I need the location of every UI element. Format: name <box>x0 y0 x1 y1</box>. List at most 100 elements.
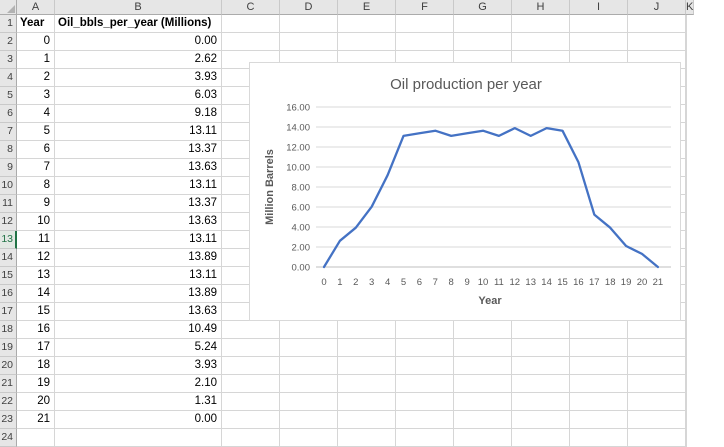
cell-B22[interactable]: 1.31 <box>55 393 222 411</box>
cell-K2[interactable] <box>686 33 687 51</box>
cell-B11[interactable]: 13.37 <box>55 195 222 213</box>
cell-A23[interactable]: 21 <box>17 411 55 429</box>
cell-K3[interactable] <box>686 51 687 69</box>
cell-K17[interactable] <box>686 303 687 321</box>
oil-production-chart[interactable]: 0.00 2.00 4.00 6.00 8.00 10.00 12.00 14.00 16.00… <box>249 62 681 321</box>
row-header-13[interactable]: 13 <box>0 231 17 249</box>
column-header-B[interactable]: B <box>55 0 222 15</box>
cell-A18[interactable]: 16 <box>17 321 55 339</box>
row-header-9[interactable]: 9 <box>0 159 17 177</box>
cell-F18[interactable] <box>396 321 454 339</box>
cell-I21[interactable] <box>570 375 628 393</box>
column-header-A[interactable]: A <box>17 0 55 15</box>
cell-A6[interactable]: 4 <box>17 105 55 123</box>
cell-E22[interactable] <box>338 393 396 411</box>
row-header-14[interactable]: 14 <box>0 249 17 267</box>
cell-I24[interactable] <box>570 429 628 447</box>
cell-C20[interactable] <box>222 357 280 375</box>
cell-A11[interactable]: 9 <box>17 195 55 213</box>
cell-G19[interactable] <box>454 339 512 357</box>
cell-F23[interactable] <box>396 411 454 429</box>
cell-C18[interactable] <box>222 321 280 339</box>
cell-A17[interactable]: 15 <box>17 303 55 321</box>
cell-A2[interactable]: 0 <box>17 33 55 51</box>
cell-C24[interactable] <box>222 429 280 447</box>
cell-K24[interactable] <box>686 429 687 447</box>
cell-K10[interactable] <box>686 177 687 195</box>
row-header-22[interactable]: 22 <box>0 393 17 411</box>
cell-I22[interactable] <box>570 393 628 411</box>
cell-F24[interactable] <box>396 429 454 447</box>
cell-K16[interactable] <box>686 285 687 303</box>
cell-A9[interactable]: 7 <box>17 159 55 177</box>
cell-K21[interactable] <box>686 375 687 393</box>
column-header-H[interactable]: H <box>512 0 570 15</box>
cell-D18[interactable] <box>280 321 338 339</box>
cell-E19[interactable] <box>338 339 396 357</box>
cell-D23[interactable] <box>280 411 338 429</box>
cell-E20[interactable] <box>338 357 396 375</box>
cell-K9[interactable] <box>686 159 687 177</box>
cell-A4[interactable]: 2 <box>17 69 55 87</box>
row-header-20[interactable]: 20 <box>0 357 17 375</box>
cell-E2[interactable] <box>338 33 396 51</box>
cell-K8[interactable] <box>686 141 687 159</box>
cell-K15[interactable] <box>686 267 687 285</box>
cell-J22[interactable] <box>628 393 686 411</box>
cell-K13[interactable] <box>686 231 687 249</box>
cell-A8[interactable]: 6 <box>17 141 55 159</box>
cell-J24[interactable] <box>628 429 686 447</box>
cell-J23[interactable] <box>628 411 686 429</box>
cell-J18[interactable] <box>628 321 686 339</box>
cell-H20[interactable] <box>512 357 570 375</box>
cell-K18[interactable] <box>686 321 687 339</box>
column-header-I[interactable]: I <box>570 0 628 15</box>
cell-C21[interactable] <box>222 375 280 393</box>
cell-A15[interactable]: 13 <box>17 267 55 285</box>
cell-J20[interactable] <box>628 357 686 375</box>
cell-B5[interactable]: 6.03 <box>55 87 222 105</box>
cell-A12[interactable]: 10 <box>17 213 55 231</box>
cell-A19[interactable]: 17 <box>17 339 55 357</box>
column-header-J[interactable]: J <box>628 0 686 15</box>
cell-B6[interactable]: 9.18 <box>55 105 222 123</box>
cell-K4[interactable] <box>686 69 687 87</box>
cell-B9[interactable]: 13.63 <box>55 159 222 177</box>
cell-G20[interactable] <box>454 357 512 375</box>
row-header-7[interactable]: 7 <box>0 123 17 141</box>
cell-D1[interactable] <box>280 15 338 33</box>
cell-A7[interactable]: 5 <box>17 123 55 141</box>
cell-B7[interactable]: 13.11 <box>55 123 222 141</box>
row-header-15[interactable]: 15 <box>0 267 17 285</box>
cell-G18[interactable] <box>454 321 512 339</box>
cell-B23[interactable]: 0.00 <box>55 411 222 429</box>
cell-B14[interactable]: 13.89 <box>55 249 222 267</box>
cell-F22[interactable] <box>396 393 454 411</box>
cell-B3[interactable]: 2.62 <box>55 51 222 69</box>
column-header-K[interactable]: K <box>686 0 695 15</box>
cell-A3[interactable]: 1 <box>17 51 55 69</box>
cell-D2[interactable] <box>280 33 338 51</box>
column-header-D[interactable]: D <box>280 0 338 15</box>
row-header-1[interactable]: 1 <box>0 15 17 33</box>
cell-G22[interactable] <box>454 393 512 411</box>
cell-B20[interactable]: 3.93 <box>55 357 222 375</box>
row-header-19[interactable]: 19 <box>0 339 17 357</box>
cell-K23[interactable] <box>686 411 687 429</box>
cell-D20[interactable] <box>280 357 338 375</box>
cell-K22[interactable] <box>686 393 687 411</box>
cell-K6[interactable] <box>686 105 687 123</box>
cell-C22[interactable] <box>222 393 280 411</box>
cell-H22[interactable] <box>512 393 570 411</box>
cell-A1[interactable]: Year <box>17 15 55 33</box>
row-header-6[interactable]: 6 <box>0 105 17 123</box>
cell-F2[interactable] <box>396 33 454 51</box>
cell-K5[interactable] <box>686 87 687 105</box>
cell-E1[interactable] <box>338 15 396 33</box>
row-header-2[interactable]: 2 <box>0 33 17 51</box>
cell-G1[interactable] <box>454 15 512 33</box>
row-header-18[interactable]: 18 <box>0 321 17 339</box>
cell-A5[interactable]: 3 <box>17 87 55 105</box>
cell-B2[interactable]: 0.00 <box>55 33 222 51</box>
row-header-5[interactable]: 5 <box>0 87 17 105</box>
